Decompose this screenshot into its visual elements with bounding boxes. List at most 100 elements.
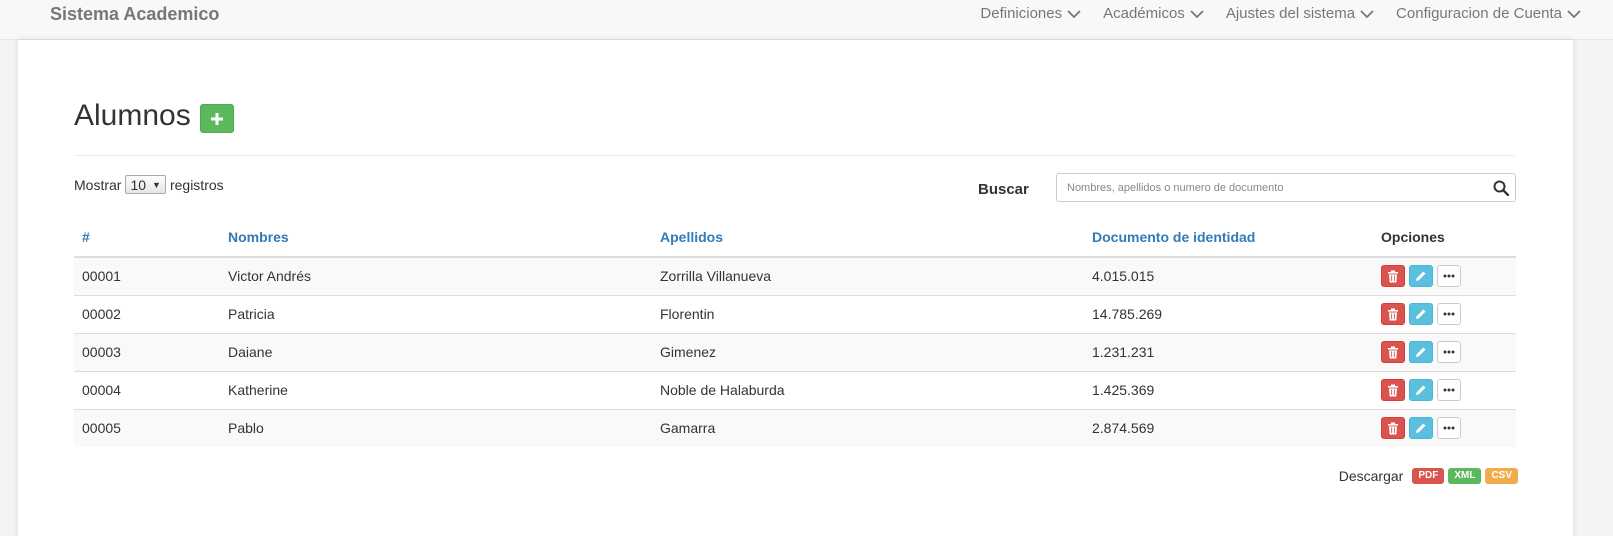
edit-button[interactable] (1409, 379, 1433, 401)
more-options-button[interactable] (1437, 265, 1461, 288)
title-divider (74, 155, 1516, 156)
trash-icon (1388, 270, 1398, 283)
trash-icon (1388, 346, 1398, 358)
search-icon[interactable] (1493, 180, 1509, 196)
cell-nombres: Patricia (220, 294, 652, 333)
length-prefix: Mostrar (74, 176, 122, 193)
cell-options (1373, 370, 1516, 409)
cell-apellidos: Gamarra (652, 408, 1084, 447)
more-options-button[interactable] (1437, 417, 1461, 440)
chevron-down-icon (1567, 10, 1581, 19)
cell-documento: 1.425.369 (1084, 370, 1373, 409)
cell-documento: 4.015.015 (1084, 256, 1373, 295)
cell-id: 00001 (74, 256, 220, 295)
content-panel: Alumnos Mostrar 10 ▼ registros Buscar # … (18, 40, 1573, 536)
more-options-button[interactable] (1437, 341, 1461, 363)
cell-apellidos: Noble de Halaburda (652, 370, 1084, 409)
header-apellidos[interactable]: Apellidos (652, 218, 1084, 258)
downloads-bar: Descargar PDF XML CSV (1339, 468, 1518, 484)
chevron-down-icon (1360, 10, 1374, 19)
search-label: Buscar (978, 181, 1029, 198)
pencil-icon (1416, 309, 1426, 319)
page-length-select[interactable]: 10 ▼ (125, 175, 166, 194)
cell-nombres: Katherine (220, 370, 652, 409)
cell-options (1373, 294, 1516, 333)
nav-academicos[interactable]: Académicos (1103, 3, 1205, 25)
search-input[interactable] (1057, 174, 1477, 201)
nav-definiciones[interactable]: Definiciones (980, 3, 1082, 25)
pencil-icon (1416, 423, 1426, 434)
add-student-button[interactable] (200, 104, 234, 133)
ellipsis-icon (1443, 350, 1455, 354)
cell-documento: 1.231.231 (1084, 332, 1373, 371)
nav-ajustes[interactable]: Ajustes del sistema (1226, 3, 1375, 25)
delete-button[interactable] (1381, 341, 1405, 363)
table-row: 00002 Patricia Florentin 14.785.269 (74, 294, 1516, 333)
edit-button[interactable] (1409, 303, 1433, 325)
header-documento[interactable]: Documento de identidad (1084, 218, 1373, 258)
download-csv-button[interactable]: CSV (1485, 468, 1518, 484)
trash-icon (1388, 308, 1398, 320)
nav-ajustes-label: Ajustes del sistema (1225, 5, 1356, 22)
delete-button[interactable] (1381, 379, 1405, 401)
students-table: # Nombres Apellidos Documento de identid… (74, 218, 1516, 447)
cell-id: 00004 (74, 370, 220, 409)
header-nombres[interactable]: Nombres (220, 218, 652, 258)
search-box (1056, 173, 1516, 202)
pencil-icon (1416, 271, 1426, 282)
delete-button[interactable] (1381, 303, 1405, 325)
cell-options (1373, 256, 1516, 295)
ellipsis-icon (1443, 388, 1455, 392)
more-options-button[interactable] (1437, 379, 1461, 401)
downloads-label: Descargar (1338, 468, 1404, 484)
more-options-button[interactable] (1437, 303, 1461, 325)
nav-definiciones-label: Definiciones (980, 5, 1063, 22)
pencil-icon (1416, 347, 1426, 357)
select-arrow-icon: ▼ (152, 179, 161, 190)
ellipsis-icon (1443, 426, 1455, 430)
trash-icon (1388, 422, 1398, 435)
brand-link[interactable]: Sistema Academico (50, 3, 219, 25)
delete-button[interactable] (1381, 265, 1405, 288)
cell-nombres: Pablo (220, 408, 652, 447)
edit-button[interactable] (1409, 417, 1433, 440)
edit-button[interactable] (1409, 341, 1433, 363)
table-row: 00001 Victor Andrés Zorrilla Villanueva … (74, 256, 1516, 295)
top-navbar: Sistema Academico Definiciones Académico… (0, 0, 1613, 40)
table-row: 00005 Pablo Gamarra 2.874.569 (74, 408, 1516, 447)
cell-documento: 14.785.269 (1084, 294, 1373, 333)
delete-button[interactable] (1381, 417, 1405, 440)
cell-apellidos: Gimenez (652, 332, 1084, 371)
cell-nombres: Daiane (220, 332, 652, 371)
ellipsis-icon (1443, 274, 1455, 278)
table-row: 00003 Daiane Gimenez 1.231.231 (74, 332, 1516, 371)
page-length-value: 10 (130, 176, 147, 193)
download-xml-button[interactable]: XML (1448, 468, 1482, 484)
download-pdf-button[interactable]: PDF (1412, 468, 1445, 484)
cell-options (1373, 408, 1516, 447)
table-header-row: # Nombres Apellidos Documento de identid… (74, 218, 1516, 258)
nav-configuracion-label: Configuracion de Cuenta (1396, 5, 1562, 22)
cell-id: 00003 (74, 332, 220, 371)
ellipsis-icon (1443, 312, 1455, 316)
table-row: 00004 Katherine Noble de Halaburda 1.425… (74, 370, 1516, 409)
plus-icon (211, 112, 223, 125)
chevron-down-icon (1067, 10, 1081, 19)
cell-nombres: Victor Andrés (220, 256, 652, 295)
header-opciones: Opciones (1373, 218, 1516, 258)
trash-icon (1388, 384, 1398, 396)
edit-button[interactable] (1409, 265, 1433, 288)
header-number[interactable]: # (74, 218, 220, 258)
cell-apellidos: Zorrilla Villanueva (652, 256, 1084, 295)
cell-apellidos: Florentin (652, 294, 1084, 333)
pencil-icon (1416, 385, 1426, 395)
chevron-down-icon (1190, 10, 1204, 19)
nav-configuracion[interactable]: Configuracion de Cuenta (1396, 3, 1582, 25)
cell-options (1373, 332, 1516, 371)
nav-academicos-label: Académicos (1103, 5, 1185, 22)
page-title: Alumnos (74, 99, 191, 132)
nav-menu: Definiciones Académicos Ajustes del sist… (980, 3, 1613, 25)
cell-id: 00005 (74, 408, 220, 447)
page-length-control: Mostrar 10 ▼ registros (74, 175, 224, 194)
cell-id: 00002 (74, 294, 220, 333)
